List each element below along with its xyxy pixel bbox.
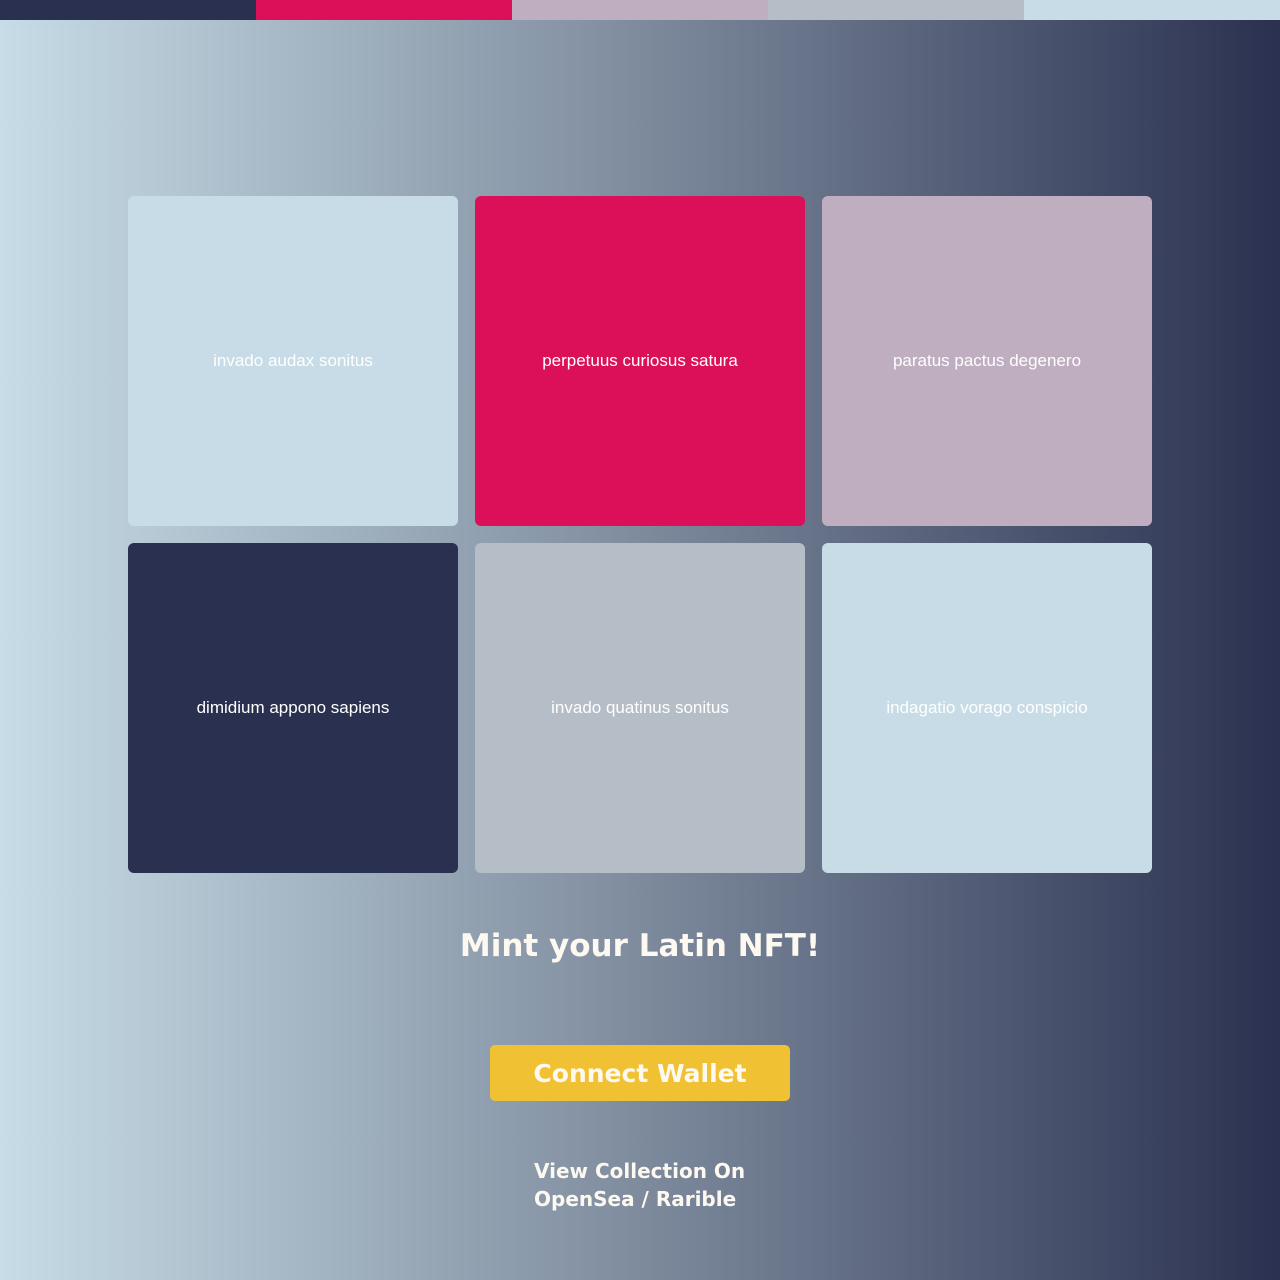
color-strip-segment: [1024, 0, 1280, 20]
view-collection-link[interactable]: View Collection On OpenSea / Rarible: [534, 1157, 774, 1213]
nft-card[interactable]: dimidium appono sapiens: [128, 543, 458, 873]
nft-grid: invado audax sonitus perpetuus curiosus …: [128, 196, 1152, 873]
nft-card-label: dimidium appono sapiens: [196, 698, 390, 717]
mint-title: Mint your Latin NFT!: [459, 928, 821, 964]
color-strip-segment: [256, 0, 512, 20]
nft-card-label: indagatio vorago conspicio: [886, 698, 1088, 717]
color-strip-segment: [768, 0, 1024, 20]
connect-wallet-button[interactable]: Connect Wallet: [490, 1045, 790, 1101]
nft-card-label: invado quatinus sonitus: [551, 698, 729, 717]
nft-card-label: perpetuus curiosus satura: [542, 351, 738, 370]
nft-card-label: paratus pactus degenero: [892, 351, 1082, 370]
color-strip: [0, 0, 1280, 20]
color-strip-segment: [512, 0, 768, 20]
nft-card[interactable]: invado audax sonitus: [128, 196, 458, 526]
nft-card[interactable]: invado quatinus sonitus: [475, 543, 805, 873]
nft-card[interactable]: indagatio vorago conspicio: [822, 543, 1152, 873]
nft-card[interactable]: paratus pactus degenero: [822, 196, 1152, 526]
nft-card-label: invado audax sonitus: [213, 351, 373, 370]
color-strip-segment: [0, 0, 256, 20]
nft-card[interactable]: perpetuus curiosus satura: [475, 196, 805, 526]
